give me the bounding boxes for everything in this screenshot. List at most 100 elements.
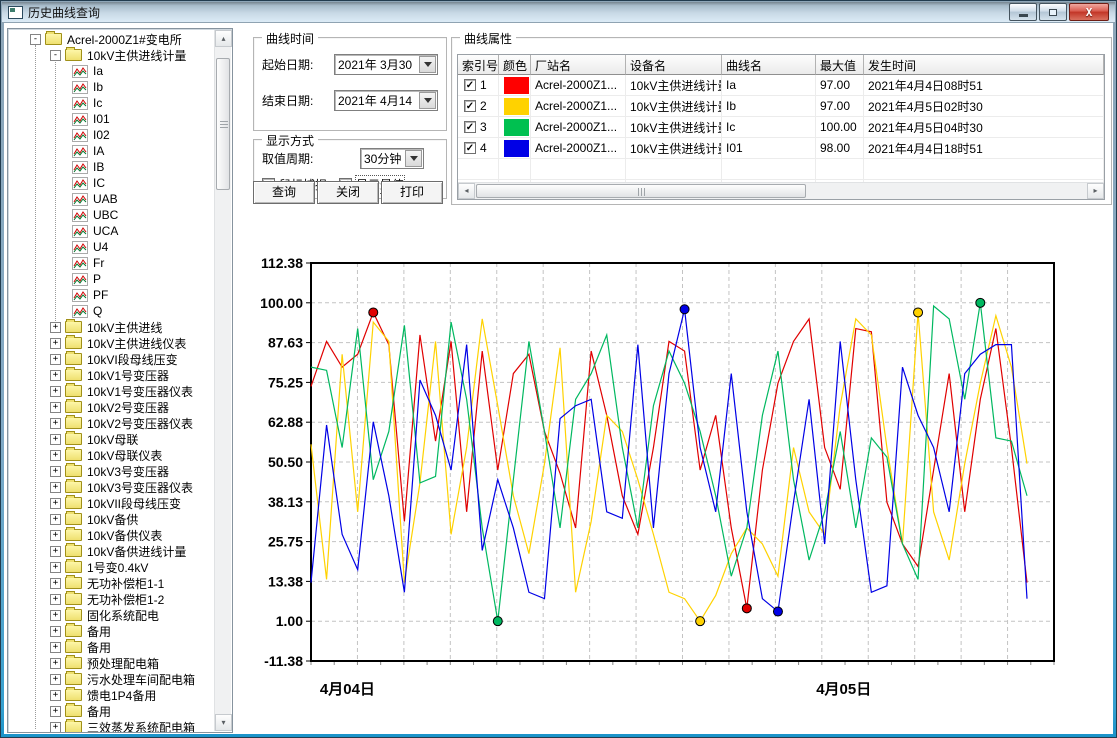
table-row[interactable]: ✓4Acrel-2000Z1...10kV主供进线计量I0198.002021年… — [458, 138, 1104, 159]
tree-curve-item[interactable]: UAB — [8, 191, 215, 207]
expand-icon[interactable]: + — [50, 594, 61, 605]
expand-icon[interactable]: + — [50, 546, 61, 557]
table-scroll-thumb[interactable] — [476, 184, 806, 198]
column-header[interactable]: 曲线名 — [722, 55, 816, 75]
tree-folder-item[interactable]: +10kV2号变压器 — [8, 399, 215, 415]
table-row[interactable] — [458, 159, 1104, 180]
tree-folder-item[interactable]: +10kV备供仪表 — [8, 527, 215, 543]
expand-icon[interactable]: + — [50, 610, 61, 621]
tree-folder-item[interactable]: +10kV1号变压器仪表 — [8, 383, 215, 399]
expand-icon[interactable]: + — [50, 418, 61, 429]
expand-icon[interactable]: + — [50, 706, 61, 717]
tree-folder-item[interactable]: +10kVII段母线压变 — [8, 495, 215, 511]
row-checkbox[interactable]: ✓ — [464, 121, 476, 133]
chevron-down-icon[interactable] — [405, 150, 422, 167]
tree-folder-item[interactable]: +无功补偿柜1-1 — [8, 575, 215, 591]
chevron-down-icon[interactable] — [419, 92, 436, 109]
table-row[interactable]: ✓2Acrel-2000Z1...10kV主供进线计量Ib97.002021年4… — [458, 96, 1104, 117]
row-checkbox[interactable]: ✓ — [464, 79, 476, 91]
tree-group-metering[interactable]: -10kV主供进线计量 — [8, 47, 215, 63]
collapse-icon[interactable]: - — [50, 50, 61, 61]
tree-folder-item[interactable]: +馈电1P4备用 — [8, 687, 215, 703]
expand-icon[interactable]: + — [50, 722, 61, 733]
tree-curve-item[interactable]: U4 — [8, 239, 215, 255]
scroll-left-button[interactable] — [458, 183, 475, 199]
tree-folder-item[interactable]: +10kV主供进线 — [8, 319, 215, 335]
expand-icon[interactable]: + — [50, 482, 61, 493]
tree-folder-item[interactable]: +10kV备供 — [8, 511, 215, 527]
tree-folder-item[interactable]: +10kV2号变压器仪表 — [8, 415, 215, 431]
tree-curve-item[interactable]: IB — [8, 159, 215, 175]
expand-icon[interactable]: + — [50, 354, 61, 365]
tree-root-station[interactable]: -Acrel-2000Z1#变电所 — [8, 31, 215, 47]
expand-icon[interactable]: + — [50, 322, 61, 333]
column-header[interactable]: 发生时间 — [864, 55, 1104, 75]
tree-curve-item[interactable]: P — [8, 271, 215, 287]
tree-curve-item[interactable]: UBC — [8, 207, 215, 223]
row-checkbox[interactable]: ✓ — [464, 142, 476, 154]
table-horizontal-scrollbar[interactable] — [458, 182, 1104, 199]
tree-folder-item[interactable]: +备用 — [8, 623, 215, 639]
scroll-down-button[interactable] — [215, 714, 232, 731]
maximize-button[interactable] — [1039, 3, 1067, 21]
chevron-down-icon[interactable] — [419, 56, 436, 73]
tree-folder-item[interactable]: +10kV备供进线计量 — [8, 543, 215, 559]
tree-folder-item[interactable]: +预处理配电箱 — [8, 655, 215, 671]
tree-folder-item[interactable]: +10kV3号变压器仪表 — [8, 479, 215, 495]
expand-icon[interactable]: + — [50, 658, 61, 669]
tree-scroll-thumb[interactable] — [216, 58, 230, 190]
column-header[interactable]: 索引号 — [458, 55, 499, 75]
tree-curve-item[interactable]: PF — [8, 287, 215, 303]
tree-curve-item[interactable]: Ib — [8, 79, 215, 95]
table-row[interactable]: ✓3Acrel-2000Z1...10kV主供进线计量Ic100.002021年… — [458, 117, 1104, 138]
expand-icon[interactable]: + — [50, 386, 61, 397]
tree-curve-item[interactable]: Ic — [8, 95, 215, 111]
tree-curve-item[interactable]: Ia — [8, 63, 215, 79]
expand-icon[interactable]: + — [50, 626, 61, 637]
tree-curve-item[interactable]: Q — [8, 303, 215, 319]
tree-vertical-scrollbar[interactable] — [214, 30, 231, 731]
tree-folder-item[interactable]: +10kV母联仪表 — [8, 447, 215, 463]
expand-icon[interactable]: + — [50, 370, 61, 381]
expand-icon[interactable]: + — [50, 402, 61, 413]
tree-folder-item[interactable]: +固化系统配电 — [8, 607, 215, 623]
start-date-combo[interactable]: 2021年 3月30 — [334, 54, 438, 75]
tree-folder-item[interactable]: +备用 — [8, 639, 215, 655]
expand-icon[interactable]: + — [50, 514, 61, 525]
tree-folder-item[interactable]: +10kV1号变压器 — [8, 367, 215, 383]
tree-curve-item[interactable]: I01 — [8, 111, 215, 127]
end-date-combo[interactable]: 2021年 4月14 — [334, 90, 438, 111]
tree-folder-item[interactable]: +10kV3号变压器 — [8, 463, 215, 479]
column-header[interactable]: 厂站名 — [531, 55, 626, 75]
column-header[interactable]: 设备名 — [626, 55, 722, 75]
tree-folder-item[interactable]: +污水处理车间配电箱 — [8, 671, 215, 687]
column-header[interactable]: 颜色 — [499, 55, 531, 75]
tree-folder-item[interactable]: +10kV主供进线仪表 — [8, 335, 215, 351]
collapse-icon[interactable]: - — [30, 34, 41, 45]
row-checkbox[interactable]: ✓ — [464, 100, 476, 112]
tree-folder-item[interactable]: +1号变0.4kV — [8, 559, 215, 575]
expand-icon[interactable]: + — [50, 642, 61, 653]
scroll-up-button[interactable] — [215, 30, 232, 47]
expand-icon[interactable]: + — [50, 530, 61, 541]
minimize-button[interactable] — [1009, 3, 1037, 21]
tree-folder-item[interactable]: +三效蒸发系统配电箱 — [8, 719, 215, 732]
expand-icon[interactable]: + — [50, 434, 61, 445]
expand-icon[interactable]: + — [50, 498, 61, 509]
tree-folder-item[interactable]: +10kV母联 — [8, 431, 215, 447]
tree-curve-item[interactable]: UCA — [8, 223, 215, 239]
expand-icon[interactable]: + — [50, 450, 61, 461]
print-button[interactable]: 打印 — [381, 181, 443, 204]
tree-curve-item[interactable]: IA — [8, 143, 215, 159]
tree-curve-item[interactable]: IC — [8, 175, 215, 191]
column-header[interactable]: 最大值 — [816, 55, 864, 75]
table-row[interactable]: ✓1Acrel-2000Z1...10kV主供进线计量Ia97.002021年4… — [458, 75, 1104, 96]
period-combo[interactable]: 30分钟 — [360, 148, 424, 169]
tree-folder-item[interactable]: +备用 — [8, 703, 215, 719]
expand-icon[interactable]: + — [50, 690, 61, 701]
scroll-right-button[interactable] — [1087, 183, 1104, 199]
close-dialog-button[interactable]: 关闭 — [317, 181, 379, 204]
query-button[interactable]: 查询 — [253, 181, 315, 204]
tree-curve-item[interactable]: Fr — [8, 255, 215, 271]
close-button[interactable]: X — [1069, 3, 1109, 21]
